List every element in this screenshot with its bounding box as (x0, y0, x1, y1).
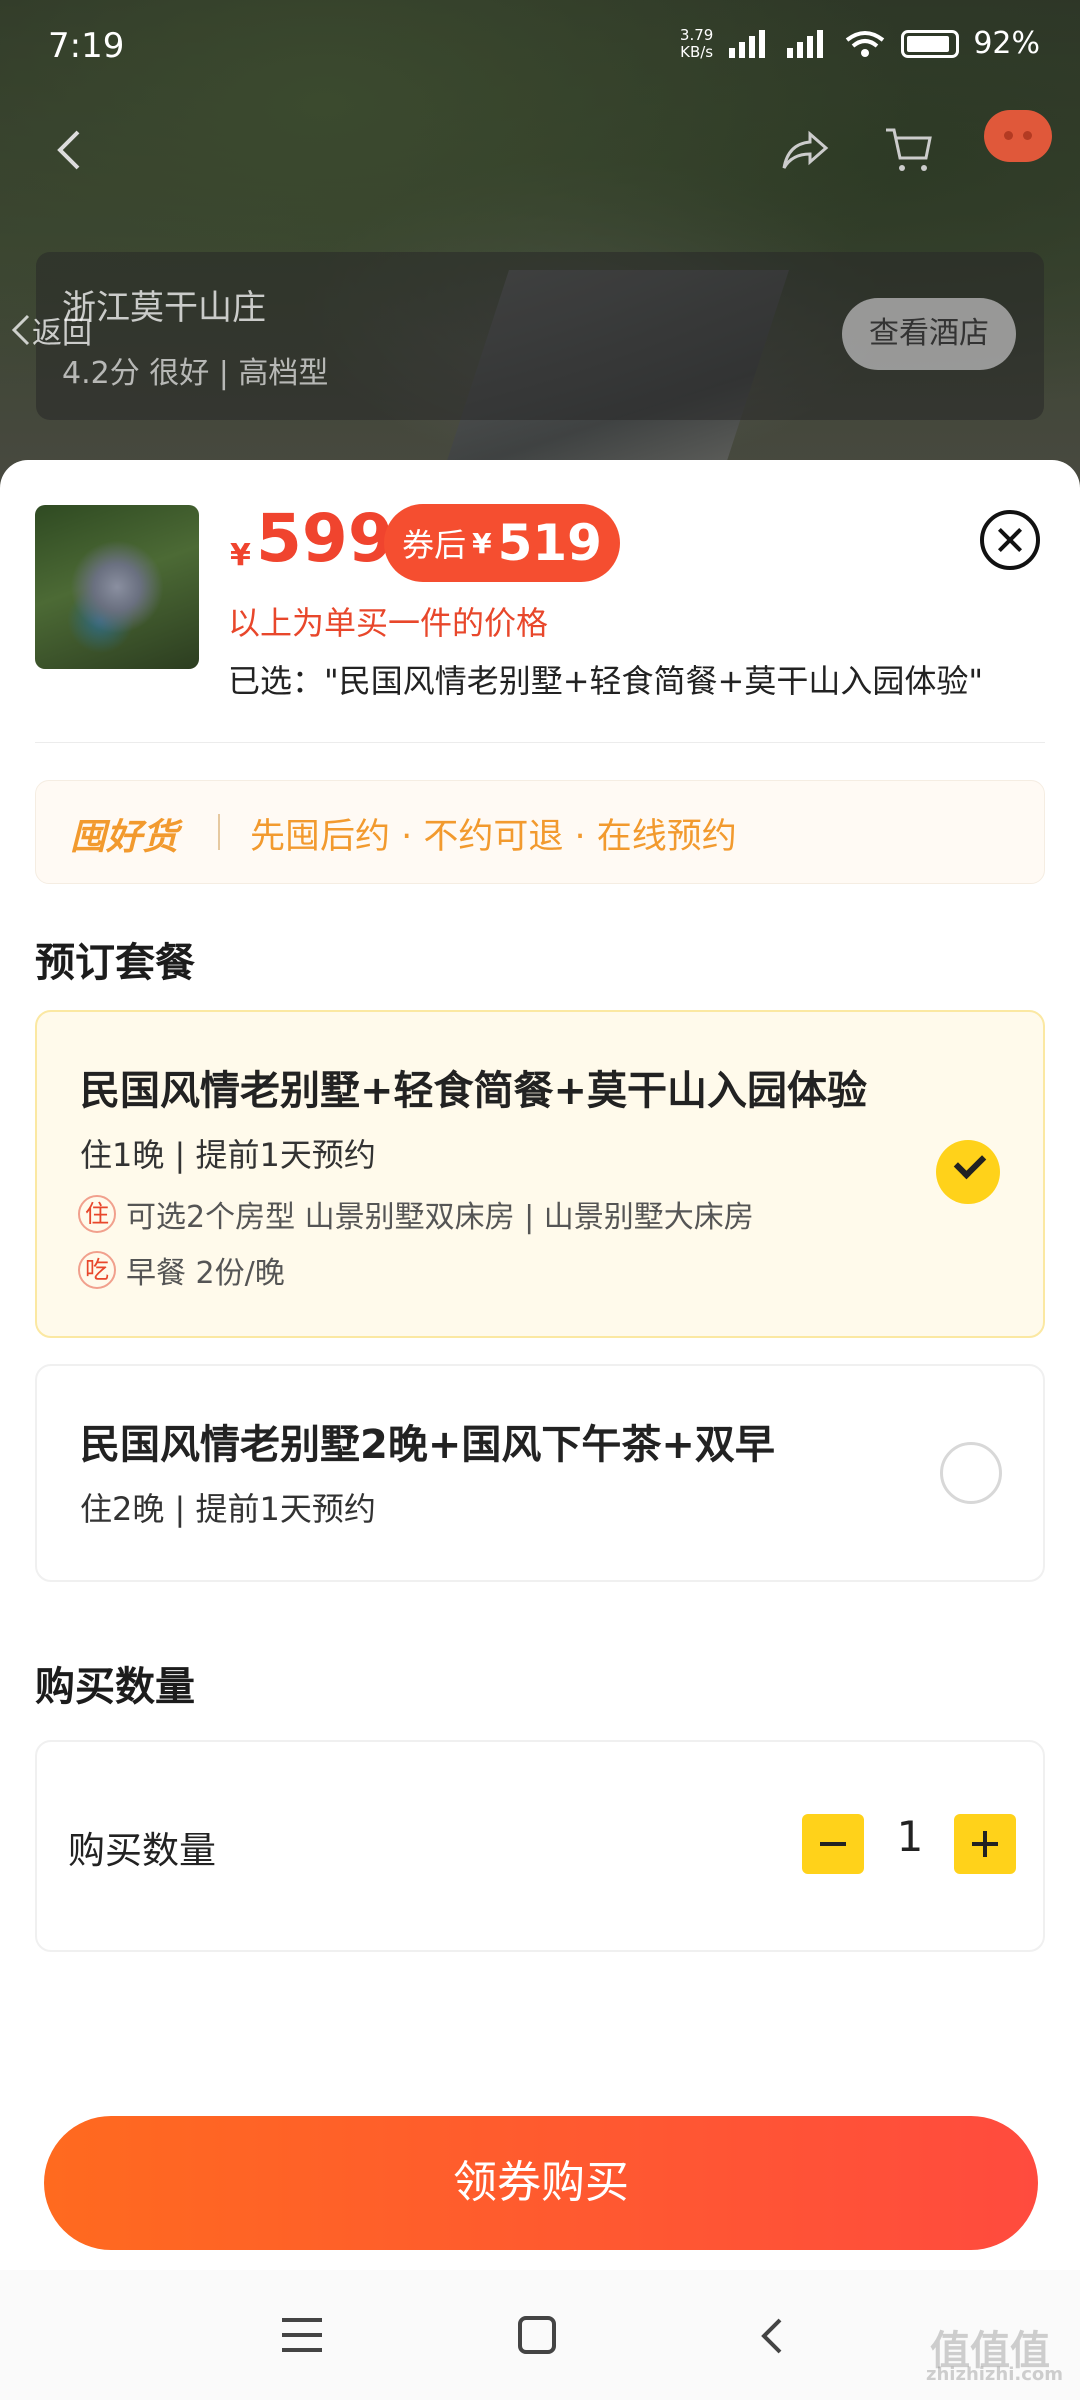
signal-icon (729, 29, 766, 58)
watermark-domain: zhizhizhi.com (926, 2364, 1064, 2385)
coupon-currency: ¥ (472, 526, 492, 560)
signal-icon-2 (787, 29, 824, 58)
hotel-back-link[interactable]: 返回 (10, 308, 92, 352)
message-icon[interactable] (984, 110, 1052, 162)
home-icon[interactable] (518, 2316, 556, 2354)
status-time: 7:19 (48, 26, 125, 66)
price-currency: ¥ (230, 538, 251, 573)
buy-button[interactable]: 领券购买 (44, 2116, 1038, 2250)
quantity-plus-button[interactable] (954, 1814, 1016, 1874)
stay-text: 可选2个房型 山景别墅双床房 | 山景别墅大床房 (126, 1200, 754, 1235)
battery-icon (901, 29, 960, 58)
selected-summary: 已选："民国风情老别墅+轻食简餐+莫干山入园体验" (228, 662, 984, 700)
package-food-detail: 吃 早餐 2份/晚 (78, 1248, 285, 1292)
package-stay-detail: 住 可选2个房型 山景别墅双床房 | 山景别墅大床房 (78, 1192, 754, 1236)
quantity-value: 1 (896, 1812, 924, 1861)
view-hotel-button[interactable]: 查看酒店 (842, 298, 1016, 370)
price: 599 (256, 500, 394, 577)
radio-selected-icon[interactable] (936, 1140, 1000, 1204)
quantity-label: 购买数量 (68, 1829, 216, 1872)
network-speed: 3.79 KB/s (679, 25, 714, 61)
package-title-2: 民国风情老别墅2晚+国风下午茶+双早 (80, 1422, 775, 1468)
guarantee-text: 先囤后约 · 不约可退 · 在线预约 (250, 817, 737, 857)
divider (35, 742, 1045, 743)
share-icon[interactable] (780, 128, 830, 172)
nav-back-icon[interactable] (756, 2316, 786, 2356)
guarantee-brand: 囤好货 (70, 817, 179, 858)
price-note: 以上为单买一件的价格 (228, 604, 549, 642)
quantity-minus-button[interactable] (802, 1814, 864, 1874)
food-tag: 吃 (78, 1251, 116, 1289)
coupon-price-badge: 券后 ¥ 519 (384, 504, 620, 582)
watermark-logo: 值值值 zhizhizhi.com (926, 2318, 1063, 2385)
food-text: 早餐 2份/晚 (126, 1256, 285, 1291)
battery-level: 92% (973, 26, 1040, 61)
coupon-price: 519 (497, 514, 602, 572)
hotel-back-label: 返回 (32, 316, 92, 351)
package-title-1: 民国风情老别墅+轻食简餐+莫干山入园体验 (80, 1068, 868, 1114)
network-speed-unit: KB/s (680, 42, 714, 61)
quantity-section-title: 购买数量 (35, 1664, 195, 1710)
package-section-title: 预订套餐 (35, 940, 195, 986)
back-icon[interactable] (52, 128, 88, 172)
hotel-rating: 4.2分 很好 | 高档型 (62, 356, 329, 391)
cart-icon[interactable] (884, 126, 934, 174)
guarantee-separator (218, 814, 220, 850)
hotel-name: 浙江莫干山庄 (62, 288, 266, 328)
status-icons: 3.79 KB/s 92% (680, 26, 1040, 61)
stay-tag: 住 (78, 1195, 116, 1233)
product-thumbnail (35, 505, 199, 669)
status-bar: 7:19 3.79 KB/s 92% (0, 0, 1080, 96)
close-icon[interactable] (980, 510, 1040, 570)
network-speed-value: 3.79 (679, 25, 714, 44)
menu-icon[interactable] (282, 2318, 322, 2352)
package-subtitle-1: 住1晚 | 提前1天预约 (80, 1136, 376, 1174)
package-option-2[interactable] (35, 1364, 1045, 1582)
wifi-icon (846, 30, 885, 57)
chevron-left-icon (11, 314, 30, 346)
coupon-label: 券后 (402, 526, 467, 564)
package-subtitle-2: 住2晚 | 提前1天预约 (80, 1490, 376, 1528)
radio-unselected-icon[interactable] (940, 1442, 1002, 1504)
